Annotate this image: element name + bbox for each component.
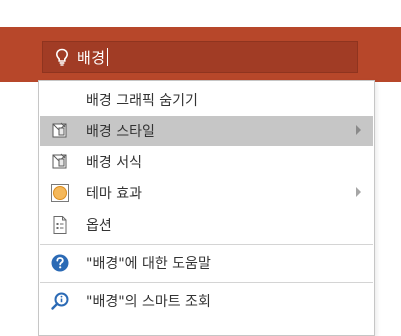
options-icon bbox=[48, 214, 72, 236]
menu-item-label: 테마 효과 bbox=[86, 186, 142, 202]
menu-divider bbox=[40, 282, 373, 283]
menu-item-smart-lookup[interactable]: "배경"의 스마트 조회 bbox=[40, 286, 373, 316]
text-cursor bbox=[106, 48, 108, 66]
theme-effects-icon bbox=[48, 182, 72, 204]
menu-item-label: 옵션 bbox=[86, 218, 112, 234]
menu-item-format-background[interactable]: 배경 서식 bbox=[40, 147, 373, 177]
menu-item-label: 배경 서식 bbox=[86, 155, 142, 171]
menu-item-label: 배경 스타일 bbox=[86, 124, 155, 140]
search-results-dropdown: 배경 그래픽 숨기기 배경 스타일 배경 서식 테마 효과 옵션 "배경"에 대… bbox=[38, 80, 375, 336]
menu-item-label: "배경"의 스마트 조회 bbox=[86, 294, 211, 310]
menu-item-options[interactable]: 옵션 bbox=[40, 210, 373, 240]
menu-item-label: "배경"에 대한 도움말 bbox=[86, 256, 211, 272]
menu-divider bbox=[40, 244, 373, 245]
menu-item-label: 배경 그래픽 숨기기 bbox=[86, 93, 198, 109]
tell-me-search-box[interactable]: 배경 bbox=[42, 41, 358, 73]
format-background-icon bbox=[48, 151, 72, 173]
menu-item-help[interactable]: "배경"에 대한 도움말 bbox=[40, 248, 373, 278]
smart-lookup-icon bbox=[48, 290, 72, 312]
ribbon: 배경 bbox=[0, 0, 401, 82]
menu-item-background-styles[interactable]: 배경 스타일 bbox=[40, 116, 373, 146]
search-input[interactable]: 배경 bbox=[77, 47, 106, 68]
format-background-icon bbox=[48, 120, 72, 142]
help-icon bbox=[48, 252, 72, 274]
submenu-arrow-icon bbox=[356, 187, 361, 197]
submenu-arrow-icon bbox=[356, 125, 361, 135]
lightbulb-icon bbox=[51, 48, 73, 66]
app-window: 배경 배경 그래픽 숨기기 배경 스타일 배경 서식 테마 효과 옵션 "배경"… bbox=[0, 0, 401, 336]
menu-item-theme-effects[interactable]: 테마 효과 bbox=[40, 178, 373, 208]
menu-item-hide-background-graphics[interactable]: 배경 그래픽 숨기기 bbox=[40, 85, 373, 115]
